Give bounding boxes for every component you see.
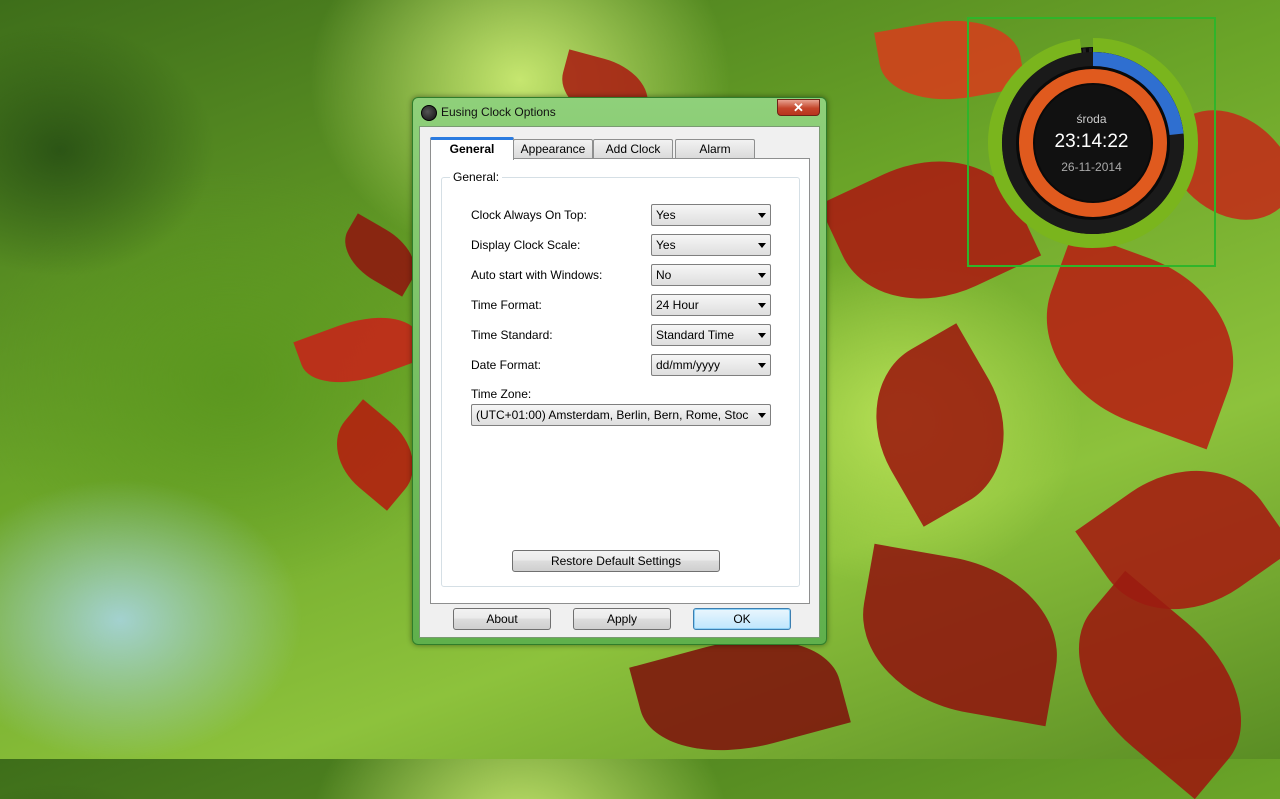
time-format-value: 24 Hour bbox=[656, 298, 699, 312]
time-standard-value: Standard Time bbox=[656, 328, 735, 342]
time-zone-select[interactable]: (UTC+01:00) Amsterdam, Berlin, Bern, Rom… bbox=[471, 404, 771, 426]
chevron-down-icon bbox=[758, 363, 766, 368]
chevron-down-icon bbox=[758, 213, 766, 218]
app-clock-icon bbox=[421, 105, 437, 121]
date-format-value: dd/mm/yyyy bbox=[656, 358, 721, 372]
clock-scale-value: Yes bbox=[656, 238, 676, 252]
chevron-down-icon bbox=[758, 273, 766, 278]
group-label: General: bbox=[450, 170, 503, 184]
close-button[interactable]: ✕ bbox=[777, 99, 820, 116]
setting-label-time-zone: Time Zone: bbox=[471, 387, 532, 401]
setting-label-date-format: Date Format: bbox=[471, 358, 542, 372]
general-groupbox: General: Clock Always On Top: Yes Displa… bbox=[441, 170, 800, 587]
ok-button[interactable]: OK bbox=[693, 608, 791, 630]
chevron-down-icon bbox=[758, 333, 766, 338]
desktop-clock-widget[interactable]: środa 23:14:22 26-11-2014 bbox=[967, 17, 1216, 267]
date-format-select[interactable]: dd/mm/yyyy bbox=[651, 354, 771, 376]
tab-alarm[interactable]: Alarm bbox=[675, 139, 755, 159]
wallpaper-leaf bbox=[843, 323, 1037, 527]
chevron-down-icon bbox=[758, 243, 766, 248]
close-icon: ✕ bbox=[793, 100, 804, 115]
window-title: Eusing Clock Options bbox=[441, 105, 556, 119]
chevron-down-icon bbox=[758, 413, 766, 418]
tab-appearance[interactable]: Appearance bbox=[513, 139, 593, 159]
chevron-down-icon bbox=[758, 303, 766, 308]
wallpaper-leaf bbox=[1041, 570, 1279, 799]
always-on-top-select[interactable]: Yes bbox=[651, 204, 771, 226]
restore-defaults-button[interactable]: Restore Default Settings bbox=[512, 550, 720, 572]
wallpaper-leaf bbox=[293, 301, 427, 399]
setting-label-time-standard: Time Standard: bbox=[471, 328, 553, 342]
always-on-top-value: Yes bbox=[656, 208, 676, 222]
time-standard-select[interactable]: Standard Time bbox=[651, 324, 771, 346]
setting-label-always-on-top: Clock Always On Top: bbox=[471, 208, 587, 222]
clock-scale-select[interactable]: Yes bbox=[651, 234, 771, 256]
clock-day: środa bbox=[1076, 112, 1107, 126]
clock-time: 23:14:22 bbox=[1054, 131, 1129, 152]
setting-label-auto-start: Auto start with Windows: bbox=[471, 268, 603, 282]
tab-general[interactable]: General bbox=[430, 137, 514, 160]
tab-add-clock[interactable]: Add Clock bbox=[593, 139, 673, 159]
auto-start-value: No bbox=[656, 268, 672, 282]
auto-start-select[interactable]: No bbox=[651, 264, 771, 286]
clock-date: 26-11-2014 bbox=[1061, 160, 1122, 174]
apply-button[interactable]: Apply bbox=[573, 608, 671, 630]
setting-label-time-format: Time Format: bbox=[471, 298, 542, 312]
dialog-client-area: General Appearance Add Clock Alarm Gener… bbox=[419, 126, 820, 638]
clock-options-window[interactable]: Eusing Clock Options ✕ General Appearanc… bbox=[412, 97, 827, 645]
general-tab-panel: General: Clock Always On Top: Yes Displa… bbox=[430, 158, 810, 604]
time-zone-value: (UTC+01:00) Amsterdam, Berlin, Bern, Rom… bbox=[476, 408, 749, 422]
time-format-select[interactable]: 24 Hour bbox=[651, 294, 771, 316]
title-bar[interactable]: Eusing Clock Options ✕ bbox=[413, 98, 826, 126]
about-button[interactable]: About bbox=[453, 608, 551, 630]
setting-label-clock-scale: Display Clock Scale: bbox=[471, 238, 581, 252]
wallpaper-leaf bbox=[848, 543, 1072, 727]
